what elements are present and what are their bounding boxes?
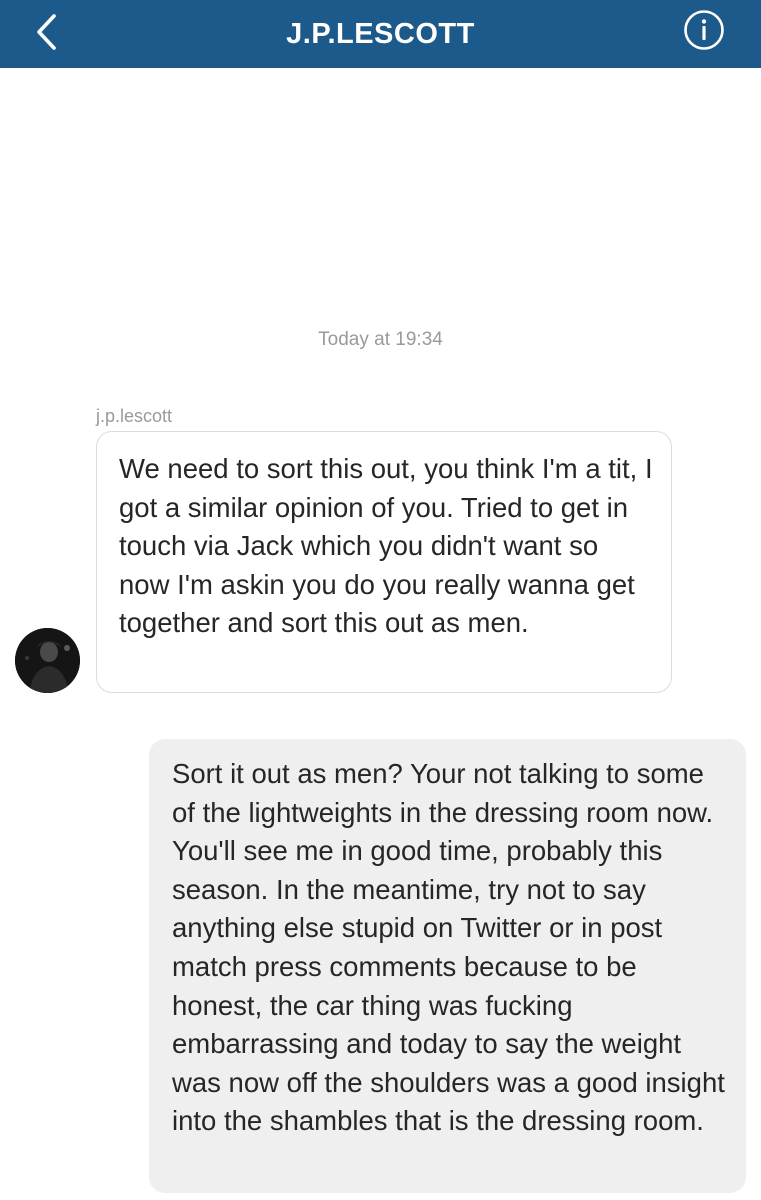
incoming-message-text: We need to sort this out, you think I'm … (119, 453, 653, 639)
info-button[interactable] (683, 9, 725, 51)
direct-message-screen: J.P.LESCOTT Today at 19:34 j.p.lescott W… (0, 0, 761, 1200)
profile-photo (15, 628, 80, 693)
incoming-message-bubble[interactable]: We need to sort this out, you think I'm … (96, 431, 672, 693)
conversation-title: J.P.LESCOTT (286, 17, 475, 50)
avatar[interactable] (15, 628, 80, 693)
back-button[interactable] (26, 10, 66, 54)
header-bar: J.P.LESCOTT (0, 0, 761, 68)
chevron-left-icon (37, 14, 56, 50)
info-icon (684, 10, 724, 50)
outgoing-message-bubble[interactable]: Sort it out as men? Your not talking to … (149, 739, 746, 1193)
sender-username: j.p.lescott (96, 406, 173, 426)
outgoing-message-text: Sort it out as men? Your not talking to … (172, 758, 725, 1137)
message-timestamp: Today at 19:34 (318, 329, 443, 350)
